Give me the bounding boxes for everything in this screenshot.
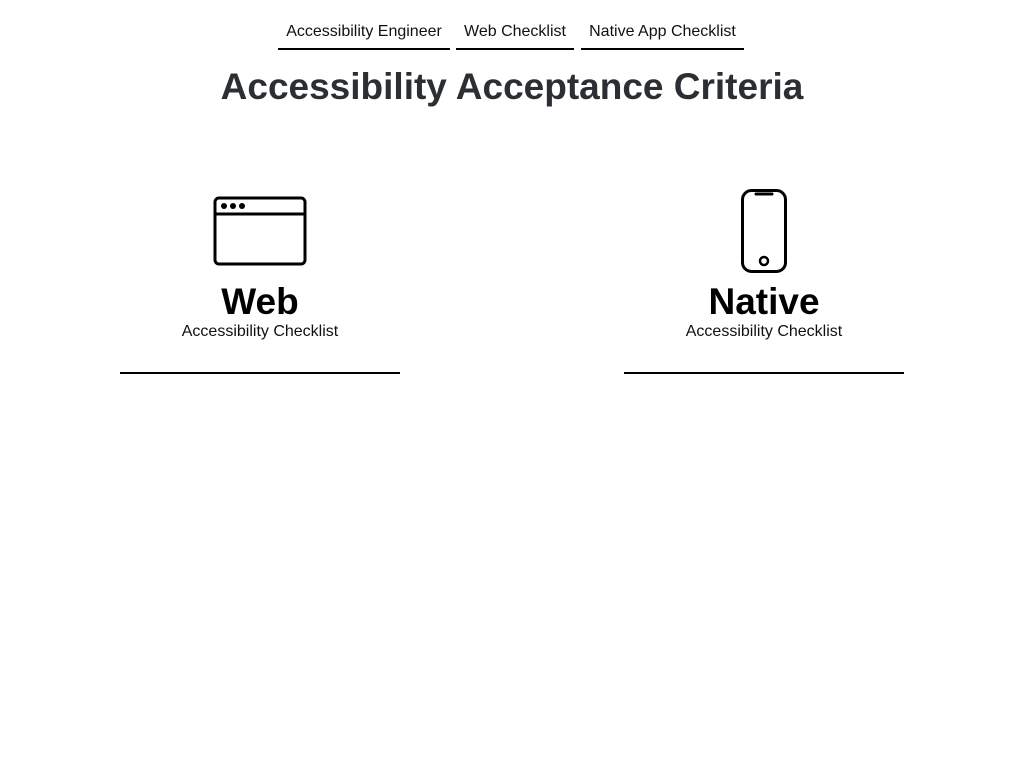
web-card-divider <box>120 372 400 374</box>
web-checklist-card[interactable]: Web Accessibility Checklist <box>120 180 400 376</box>
nav-link-web-checklist[interactable]: Web Checklist <box>456 18 574 50</box>
smartphone-icon <box>624 188 904 274</box>
nav-link-native-app-checklist[interactable]: Native App Checklist <box>581 18 744 50</box>
browser-window-icon <box>120 196 400 266</box>
nav-link-accessibility-engineer[interactable]: Accessibility Engineer <box>278 18 450 50</box>
native-card-title: Native <box>708 281 820 322</box>
web-card-subtitle: Accessibility Checklist <box>181 323 339 340</box>
native-checklist-card[interactable]: Native Accessibility Checklist <box>624 180 904 376</box>
native-card-subtitle: Accessibility Checklist <box>685 323 843 340</box>
web-card-title: Web <box>221 281 299 322</box>
top-navigation: Accessibility Engineer Web Checklist Nat… <box>0 0 1024 56</box>
page-title: Accessibility Acceptance Criteria <box>220 66 804 107</box>
native-card-divider <box>624 372 904 374</box>
